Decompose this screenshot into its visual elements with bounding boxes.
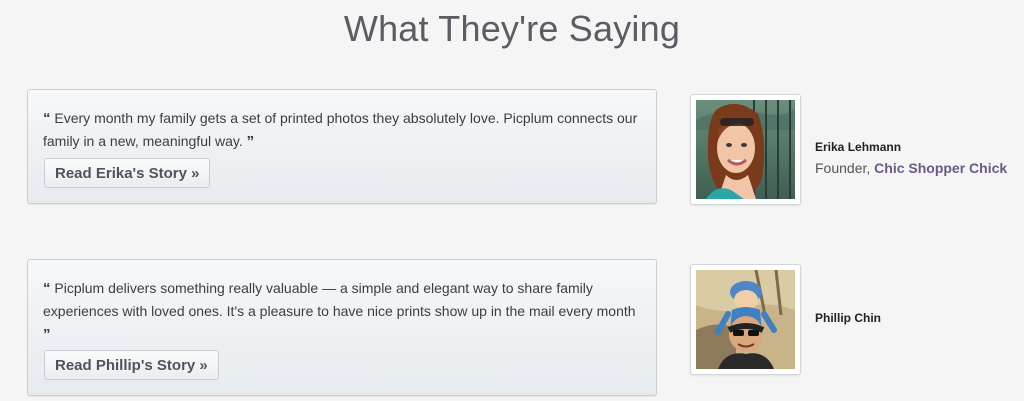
erika-info: Erika Lehmann Founder, Chic Shopper Chic… [815,140,1007,177]
phillip-info: Phillip Chin [815,311,881,326]
close-quote-mark: ” [43,326,51,343]
close-quote-mark: ” [246,133,255,150]
open-quote-mark: “ [43,280,51,297]
company-link[interactable]: Chic Shopper Chick [874,160,1007,176]
person-name: Phillip Chin [815,311,881,325]
phillip-photo-frame [690,264,801,375]
testimonial-card-phillip: “ Picplum delivers something really valu… [27,259,657,396]
open-quote-mark: “ [43,110,51,127]
erika-photo-frame [690,94,801,205]
testimonial-quote: “ Every month my family gets a set of pr… [43,107,642,153]
phillip-avatar [696,270,795,369]
person-role: Founder, Chic Shopper Chick [815,159,1007,177]
read-phillip-story-button[interactable]: Read Phillip's Story » [44,350,219,380]
role-prefix: Founder, [815,160,875,176]
person-name: Erika Lehmann [815,140,902,154]
section-title: What They're Saying [343,8,681,49]
read-erika-story-button[interactable]: Read Erika's Story » [44,158,211,188]
testimonial-quote: “ Picplum delivers something really valu… [43,277,642,346]
quote-text: Every month my family gets a set of prin… [43,110,638,149]
testimonial-card-erika: “ Every month my family gets a set of pr… [27,89,657,204]
quote-text: Picplum delivers something really valuab… [43,280,636,319]
erika-avatar [696,100,795,199]
